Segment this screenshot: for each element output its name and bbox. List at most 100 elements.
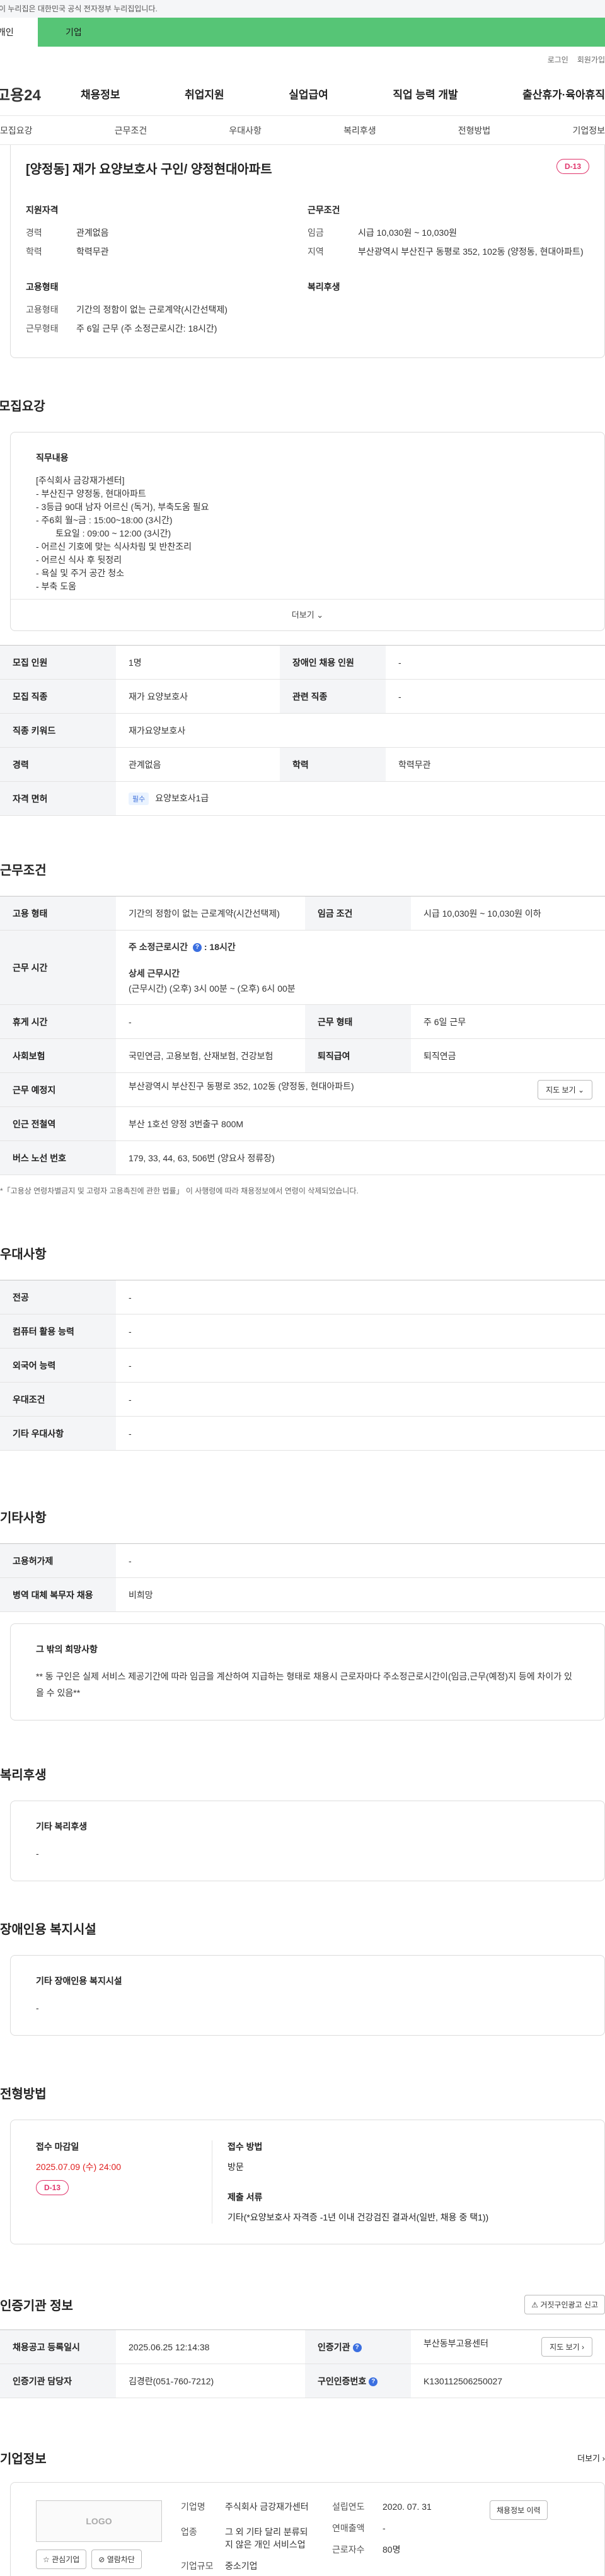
agency-map-button[interactable]: 지도 보기 › xyxy=(541,2337,592,2357)
edu-label: 학력 xyxy=(26,247,42,257)
cell-label: 모집 인원 xyxy=(0,645,116,680)
table-row: 버스 노선 번호 179, 33, 44, 63, 506번 (양요사 정류장) xyxy=(0,1140,605,1175)
recruit-heading: 모집요강 xyxy=(0,400,45,414)
anchor-recruit[interactable]: 모집요강 xyxy=(0,124,44,137)
favorite-label: 관심기업 xyxy=(52,2555,80,2564)
cell-label: 인근 전철역 xyxy=(0,1106,116,1141)
cell-value: 비희망 xyxy=(116,1577,605,1612)
gnb-employment-support[interactable]: 취업지원 xyxy=(176,86,233,102)
cell-label: 우대조건 xyxy=(0,1382,116,1417)
cell-value: 주 6일 근무 xyxy=(411,1004,605,1039)
conditions-table: 고용 형태 기간의 정함이 없는 근로계약(시간선택제) 임금 조건 시급 10… xyxy=(0,896,605,1175)
cell-value: 179, 33, 44, 63, 506번 (양요사 정류장) xyxy=(116,1140,605,1175)
detail-hours-value: (근무시간) (오후) 3시 00분 ~ (오후) 6시 00분 xyxy=(129,983,296,994)
cell-value: - xyxy=(386,679,605,714)
chevron-right-icon: › xyxy=(582,2343,584,2352)
warning-icon: ⚠ xyxy=(531,2300,538,2309)
dday-badge: D-13 xyxy=(36,2180,69,2195)
cell-value: 주 소정근로시간 ? : 18시간 상세 근무시간 (근무시간) (오후) 3시… xyxy=(116,930,605,1005)
agency-heading: 인증기관 정보 xyxy=(0,2299,73,2313)
area-value: 부산광역시 부산진구 동평로 352, 102동 (양정동, 현대아파트) xyxy=(358,247,584,257)
est-value: 2020. 07. 31 xyxy=(383,2502,432,2512)
table-row: 고용 형태 기간의 정함이 없는 근로계약(시간선택제) 임금 조건 시급 10… xyxy=(0,896,605,931)
cell-value: 2025.06.25 12:14:38 xyxy=(116,2329,305,2364)
history-button[interactable]: 채용정보 이력 xyxy=(490,2500,548,2520)
company-more-link[interactable]: 더보기 › xyxy=(577,2452,605,2464)
gnb-menu: 채용정보 취업지원 실업급여 직업 능력 개발 출산휴가·육아휴직 xyxy=(72,86,605,102)
cell-value: 1명 xyxy=(116,645,280,680)
anchor-preference[interactable]: 우대사항 xyxy=(217,124,273,137)
map-button[interactable]: 지도 보기 ⌄ xyxy=(538,1080,592,1099)
duty-heading: 직무내용 xyxy=(36,453,69,463)
anchor-conditions[interactable]: 근무조건 xyxy=(103,124,159,137)
more-button[interactable]: 더보기 ⌄ xyxy=(11,599,604,630)
org-value: 부산동부고용센터 xyxy=(424,2338,489,2348)
gnb-parental-leave[interactable]: 출산휴가·육아휴직 xyxy=(514,86,605,102)
cell-value: - xyxy=(116,1004,305,1039)
table-row: 기타 우대사항 - xyxy=(0,1416,605,1451)
anchor-selection[interactable]: 전형방법 xyxy=(447,124,502,137)
industry-value: 그 외 기타 달리 분류되지 않은 개인 서비스업 xyxy=(225,2527,308,2550)
pref-heading: 우대사항 xyxy=(0,1248,47,1262)
company-name-value: 주식회사 금강재가센터 xyxy=(225,2502,309,2512)
company-heading: 기업정보 xyxy=(0,2452,47,2466)
site-logo[interactable]: 고용24 xyxy=(0,83,72,105)
info-icon[interactable]: ? xyxy=(352,2343,362,2352)
job-summary-card: [양정동] 재가 요양보호사 구인/ 양정현대아파트 D-13 지원자격 경력 관… xyxy=(10,145,605,358)
table-row: 우대조건 - xyxy=(0,1382,605,1417)
cell-label: 직종 키워드 xyxy=(0,713,116,748)
area-label: 지역 xyxy=(308,247,324,257)
cell-value: - xyxy=(116,1416,605,1451)
cert-no-label: 구인인증번호 xyxy=(318,2376,367,2386)
report-button[interactable]: ⚠ 거짓구인광고 신고 xyxy=(524,2295,605,2314)
disab-heading: 장애인용 복지시설 xyxy=(0,1923,96,1937)
disab-box-heading: 기타 장애인용 복지시설 xyxy=(36,1976,122,1986)
cell-label: 병역 대체 복무자 채용 xyxy=(0,1577,116,1612)
gov-notice: 이 누리집은 대한민국 공식 전자정부 누리집입니다. xyxy=(0,4,158,13)
industry-label: 업종 xyxy=(181,2527,197,2537)
gnb-unemployment-benefit[interactable]: 실업급여 xyxy=(280,86,337,102)
edu-value: 학력무관 xyxy=(76,247,109,257)
more-label: 더보기 xyxy=(291,610,314,620)
block-button[interactable]: ⊘ 열람차단 xyxy=(91,2550,142,2569)
gnb-skill-dev[interactable]: 직업 능력 개발 xyxy=(384,86,466,102)
info-icon[interactable]: ? xyxy=(369,2377,378,2386)
disab-card: 기타 장애인용 복지시설 - xyxy=(10,1955,605,2036)
favorite-button[interactable]: ☆ 관심기업 xyxy=(36,2550,87,2569)
gov-banner: 이 누리집은 대한민국 공식 전자정부 누리집입니다. xyxy=(0,0,605,18)
cell-label: 휴게 시간 xyxy=(0,1004,116,1039)
chevron-right-icon: › xyxy=(602,2454,605,2463)
login-link[interactable]: 로그인 xyxy=(548,54,568,65)
recruit-table: 모집 인원 1명 장애인 채용 인원 - 모집 직종 재가 요양보호사 관련 직… xyxy=(0,645,605,816)
gnb-jobs[interactable]: 채용정보 xyxy=(72,86,129,102)
table-row: 인근 전철역 부산 1호선 양정 3번출구 800M xyxy=(0,1106,605,1141)
table-row: 컴퓨터 활용 능력 - xyxy=(0,1314,605,1349)
join-link[interactable]: 회원가입 xyxy=(577,54,605,65)
wage-value: 시급 10,030원 ~ 10,030원 xyxy=(358,228,458,238)
tab-corp[interactable]: 기업 xyxy=(38,18,605,47)
tab-personal[interactable]: 개인 xyxy=(0,18,38,47)
sales-label: 연매출액 xyxy=(332,2523,365,2533)
anchor-company[interactable]: 기업정보 xyxy=(561,124,605,137)
table-row: 직종 키워드 재가요양보호사 xyxy=(0,713,605,748)
table-row: 병역 대체 복무자 채용 비희망 xyxy=(0,1577,605,1612)
job-title: [양정동] 재가 요양보호사 구인/ 양정현대아파트 xyxy=(26,163,272,177)
company-name-label: 기업명 xyxy=(181,2502,205,2512)
required-badge: 필수 xyxy=(129,792,149,805)
cell-label: 관련 직종 xyxy=(280,679,386,714)
worktype-value: 주 6일 근무 (주 소정근로시간: 18시간) xyxy=(76,323,217,334)
wishes-text: ** 동 구인은 실제 서비스 제공기간에 따라 임금을 계산하여 지급하는 형… xyxy=(36,1671,572,1698)
cell-value: - xyxy=(116,1348,605,1383)
info-icon[interactable]: ? xyxy=(192,943,202,952)
cell-value: 기간의 정함이 없는 근로계약(시간선택제) xyxy=(116,896,305,931)
license-value: 요양보호사1급 xyxy=(155,793,209,803)
cell-label: 인증기관? xyxy=(305,2329,411,2364)
disab-box-value: - xyxy=(36,2003,39,2013)
cell-value: 부산 1호선 양정 3번출구 800M xyxy=(116,1106,605,1141)
cell-value: 부산동부고용센터 지도 보기 › xyxy=(411,2329,605,2364)
employees-value: 80명 xyxy=(383,2544,401,2555)
cell-value: 필수 요양보호사1급 xyxy=(116,781,605,816)
anchor-welfare[interactable]: 복리후생 xyxy=(332,124,388,137)
emp-type-label: 고용형태 xyxy=(26,305,59,315)
cell-value: 시급 10,030원 ~ 10,030원 이하 xyxy=(411,896,605,931)
